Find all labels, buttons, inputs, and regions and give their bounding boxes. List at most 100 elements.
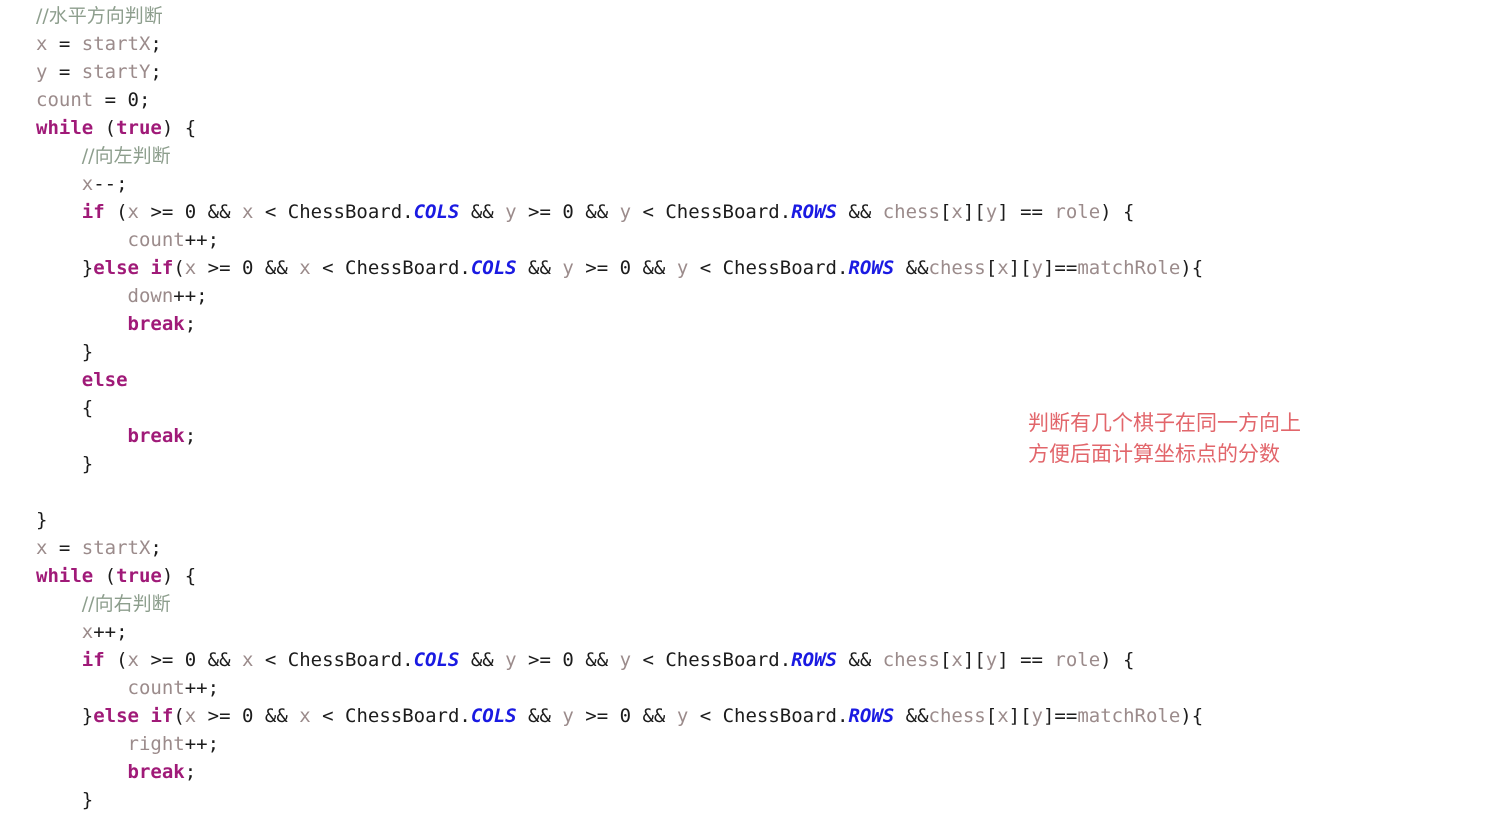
code-token-plain: >=: [139, 201, 185, 223]
code-line: right++;: [36, 730, 1203, 758]
code-token-keyword: break: [127, 313, 185, 335]
code-token-ident: x: [299, 257, 311, 279]
code-token-plain: <: [310, 257, 345, 279]
code-line: if (x >= 0 && x < ChessBoard.COLS && y >…: [36, 646, 1203, 674]
code-token-ident: startX: [81, 537, 151, 559]
code-line: count++;: [36, 674, 1203, 702]
code-token-plain: }: [81, 257, 94, 279]
code-token-ident: x: [997, 257, 1009, 279]
code-token-plain: .: [459, 705, 471, 727]
code-token-plain: [: [939, 649, 952, 671]
code-token-plain: 0: [184, 201, 197, 223]
code-token-plain: ;: [150, 33, 162, 55]
code-token-keyword: else: [81, 369, 128, 391]
code-token-plain: ++;: [184, 733, 220, 755]
code-token-keyword: else: [93, 257, 139, 279]
code-token-plain: (: [93, 565, 117, 587]
code-token-plain: ChessBoard: [665, 649, 780, 671]
code-token-static: COLS: [470, 257, 517, 279]
code-token-ident: x: [36, 33, 48, 55]
code-token-plain: ++;: [184, 229, 220, 251]
code-line: y = startY;: [36, 58, 1203, 86]
code-token-plain: >=: [573, 705, 620, 727]
code-line: }: [36, 338, 1203, 366]
code-token-ident: y: [1031, 257, 1043, 279]
code-token-plain: .: [402, 649, 414, 671]
code-token-ident: x: [184, 705, 197, 727]
code-token-plain: 0: [127, 89, 139, 111]
code-token-plain: ][: [1008, 257, 1032, 279]
code-line: //水平方向判断: [36, 2, 1203, 30]
code-token-plain: ]==: [1042, 257, 1078, 279]
code-token-plain: ] ==: [997, 649, 1055, 671]
code-token-plain: 0: [619, 705, 632, 727]
code-token-plain: {: [81, 397, 94, 419]
code-token-ident: x: [997, 705, 1009, 727]
code-token-plain: >=: [573, 257, 620, 279]
code-token-plain: ){: [1180, 257, 1204, 279]
code-token-ident: y: [676, 705, 689, 727]
code-token-plain: ) {: [1100, 649, 1135, 671]
code-token-plain: .: [836, 257, 849, 279]
code-token-plain: <: [631, 201, 666, 223]
code-token-plain: <: [631, 649, 666, 671]
code-token-plain: (: [104, 201, 128, 223]
code-token-ident: startX: [81, 33, 151, 55]
code-token-plain: =: [47, 61, 82, 83]
code-token-keyword: true: [116, 117, 162, 139]
code-token-ident: role: [1054, 201, 1101, 223]
code-line: }else if(x >= 0 && x < ChessBoard.COLS &…: [36, 702, 1203, 730]
code-token-plain: <: [310, 705, 345, 727]
code-token-plain: .: [779, 649, 792, 671]
code-token-plain: --;: [93, 173, 128, 195]
code-token-static: COLS: [470, 705, 517, 727]
code-token-plain: ;: [150, 61, 162, 83]
code-token-ident: down: [127, 285, 174, 307]
code-token-plain: &&: [516, 257, 563, 279]
code-line: down++;: [36, 282, 1203, 310]
code-token-keyword: if: [150, 705, 174, 727]
code-token-plain: ChessBoard: [665, 201, 780, 223]
code-token-plain: (: [173, 705, 185, 727]
code-token-plain: >=: [139, 649, 185, 671]
code-token-plain: ChessBoard: [345, 705, 460, 727]
code-token-static: ROWS: [848, 705, 895, 727]
code-token-plain: }: [36, 509, 48, 531]
code-token-static: COLS: [413, 201, 460, 223]
code-token-keyword: true: [116, 565, 162, 587]
code-token-plain: ][: [962, 649, 986, 671]
code-token-plain: ][: [1008, 705, 1032, 727]
code-token-ident: right: [127, 733, 185, 755]
code-token-comment: //水平方向判断: [36, 5, 163, 27]
code-token-ident: chess: [882, 201, 940, 223]
code-line: //向左判断: [36, 142, 1203, 170]
code-token-plain: 0: [242, 257, 254, 279]
code-token-plain: >=: [196, 705, 242, 727]
code-line: x = startX;: [36, 30, 1203, 58]
code-token-ident: x: [81, 173, 94, 195]
code-token-plain: }: [81, 705, 94, 727]
code-token-plain: ChessBoard: [722, 257, 837, 279]
code-token-ident: x: [36, 537, 48, 559]
code-token-plain: [: [985, 705, 998, 727]
code-token-keyword: if: [81, 201, 105, 223]
code-token-plain: ++;: [184, 677, 220, 699]
code-token-ident: y: [985, 201, 998, 223]
code-token-keyword: else: [93, 705, 139, 727]
code-token-plain: &&: [253, 705, 300, 727]
code-token-plain: &&: [459, 201, 506, 223]
code-token-plain: }: [81, 453, 94, 475]
code-token-plain: =: [47, 537, 82, 559]
code-token-ident: x: [81, 621, 94, 643]
